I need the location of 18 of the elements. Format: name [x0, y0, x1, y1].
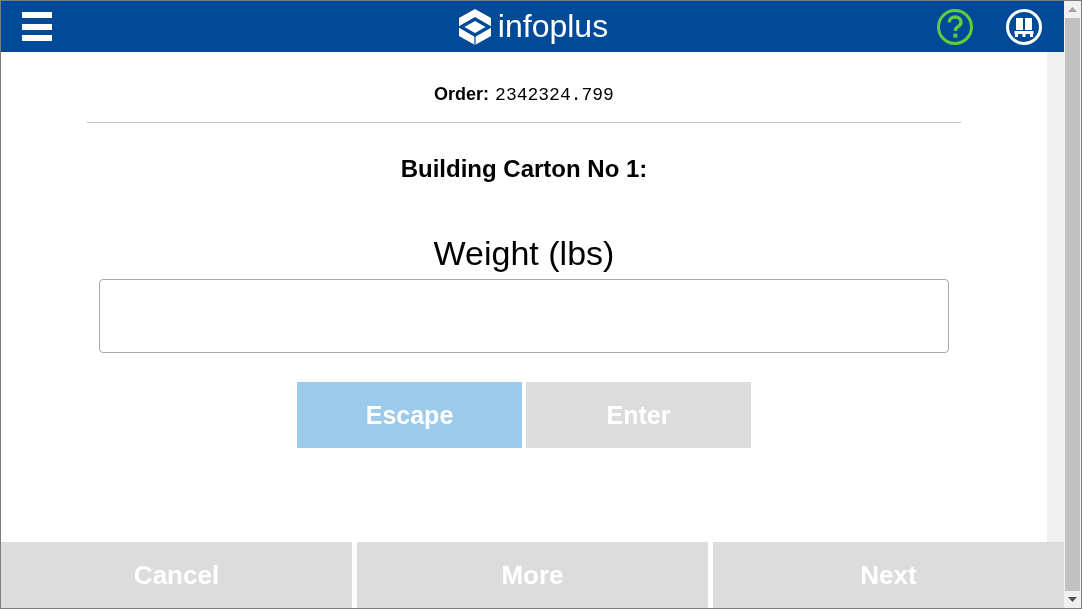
menu-button[interactable] — [22, 12, 52, 41]
carton-heading: Building Carton No 1: — [400, 155, 648, 183]
scrollbar[interactable] — [1064, 1, 1081, 608]
weight-input-field[interactable] — [99, 279, 949, 353]
help-button[interactable] — [937, 8, 973, 45]
menu-icon — [22, 12, 52, 41]
order-number: 2342324.799 — [495, 85, 614, 105]
order-label: Order: — [434, 84, 490, 105]
logo-text: infoplus — [497, 6, 609, 46]
pallet-boxes-icon — [1006, 8, 1042, 45]
scroll-down-icon — [1068, 597, 1077, 602]
weight-label: Weight (lbs) — [433, 233, 615, 273]
scroll-up-icon — [1068, 7, 1077, 12]
scroll-thumb[interactable] — [1065, 18, 1080, 591]
help-icon — [937, 8, 973, 45]
pallet-button[interactable] — [1006, 8, 1042, 45]
action-button[interactable]: Escape — [297, 382, 522, 448]
logo-icon — [458, 8, 491, 45]
